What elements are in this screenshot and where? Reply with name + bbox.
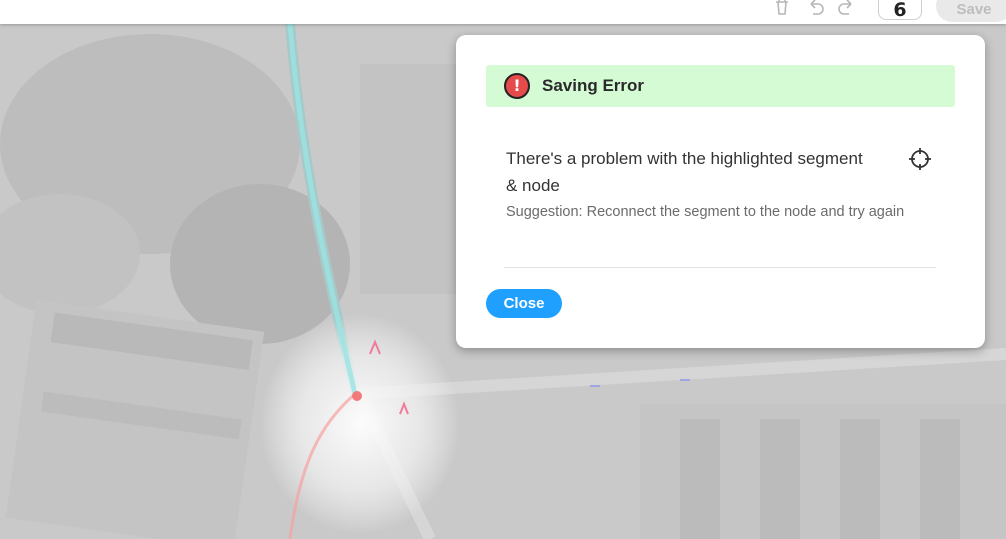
redo-icon[interactable]	[836, 0, 856, 16]
saving-error-dialog: ! Saving Error There's a problem with th…	[456, 35, 985, 348]
error-message: There's a problem with the highlighted s…	[506, 149, 863, 195]
dialog-header: ! Saving Error	[486, 65, 955, 107]
dialog-divider	[504, 267, 936, 268]
dialog-title: Saving Error	[542, 76, 645, 95]
trash-icon[interactable]	[772, 0, 792, 16]
close-button[interactable]: Close	[486, 289, 562, 318]
error-suggestion: Suggestion: Reconnect the segment to the…	[506, 204, 905, 220]
undo-icon[interactable]	[806, 0, 826, 16]
crosshair-icon[interactable]	[908, 147, 932, 171]
top-toolbar: 6 Save	[0, 0, 1006, 24]
save-button[interactable]: Save	[936, 0, 1006, 22]
changes-counter: 6	[878, 0, 922, 21]
error-icon: !	[504, 73, 530, 99]
